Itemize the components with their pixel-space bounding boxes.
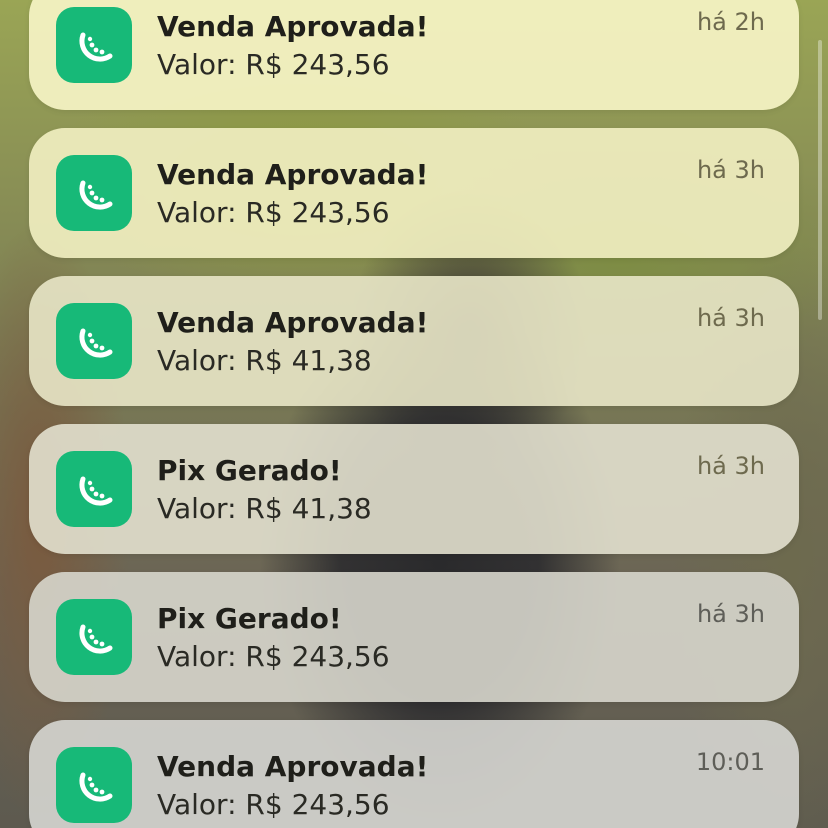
notification-title: Venda Aprovada! [157, 10, 429, 43]
melon-slice-icon [56, 451, 132, 527]
notification-card[interactable]: Venda Aprovada! Valor: R$ 243,56 há 2h [29, 0, 799, 110]
notification-card[interactable]: Venda Aprovada! Valor: R$ 243,56 10:01 [29, 720, 799, 828]
melon-slice-icon [56, 155, 132, 231]
notification-card[interactable]: Pix Gerado! Valor: R$ 41,38 há 3h [29, 424, 799, 554]
notification-card[interactable]: Venda Aprovada! Valor: R$ 243,56 há 3h [29, 128, 799, 258]
notification-time: há 3h [696, 452, 765, 480]
notification-time: há 2h [696, 8, 765, 36]
notification-card[interactable]: Venda Aprovada! Valor: R$ 41,38 há 3h [29, 276, 799, 406]
notification-title: Pix Gerado! [157, 602, 342, 635]
notification-body: Valor: R$ 243,56 [157, 196, 390, 229]
melon-slice-icon [56, 303, 132, 379]
notification-body: Valor: R$ 41,38 [157, 492, 372, 525]
notification-list: Venda Aprovada! Valor: R$ 243,56 há 2h V… [0, 0, 828, 828]
notification-body: Valor: R$ 243,56 [157, 48, 390, 81]
notification-time: há 3h [696, 600, 765, 628]
notification-time: 10:01 [695, 748, 765, 776]
notification-title: Venda Aprovada! [157, 306, 429, 339]
notification-time: há 3h [696, 304, 765, 332]
notification-title: Venda Aprovada! [157, 158, 429, 191]
notification-title: Venda Aprovada! [157, 750, 429, 783]
melon-slice-icon [56, 747, 132, 823]
notification-body: Valor: R$ 41,38 [157, 344, 372, 377]
notification-title: Pix Gerado! [157, 454, 342, 487]
melon-slice-icon [56, 599, 132, 675]
notification-time: há 3h [696, 156, 765, 184]
notification-body: Valor: R$ 243,56 [157, 788, 390, 821]
notification-body: Valor: R$ 243,56 [157, 640, 390, 673]
melon-slice-icon [56, 7, 132, 83]
notification-card[interactable]: Pix Gerado! Valor: R$ 243,56 há 3h [29, 572, 799, 702]
